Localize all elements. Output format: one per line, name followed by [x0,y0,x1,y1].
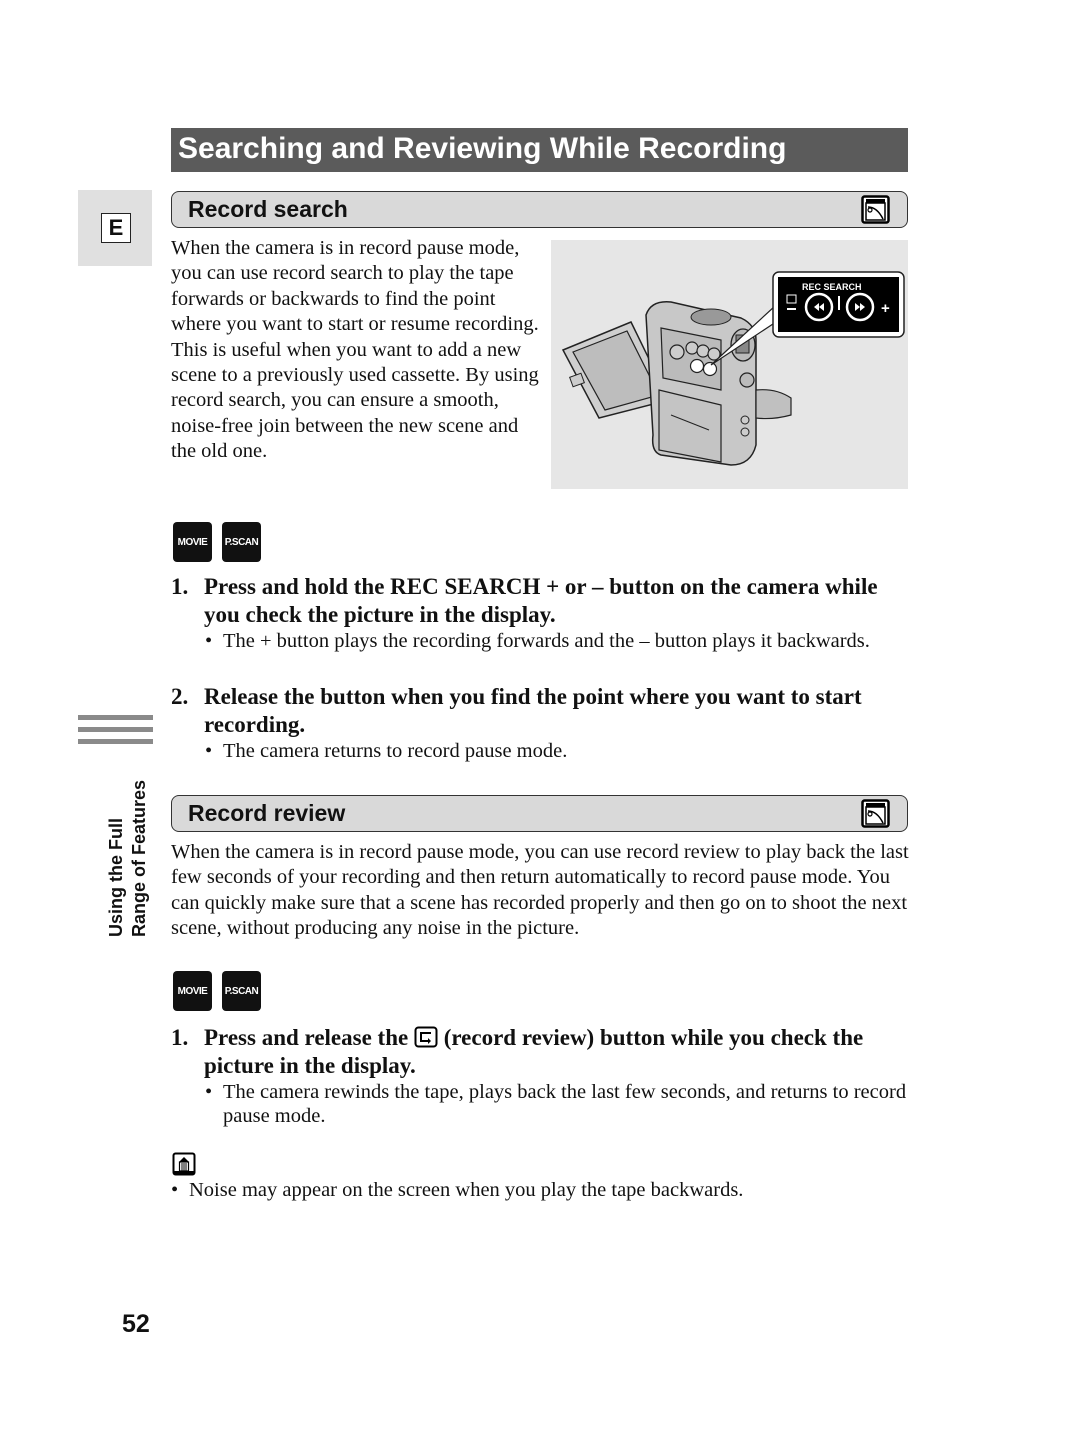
mode-badges: MOVIE P.SCAN [173,971,261,1011]
camcorder-drawing: REC SEARCH + [561,271,905,466]
step-text: Press and hold the REC SEARCH + or – but… [204,574,878,627]
svg-text:+: + [881,300,890,317]
recording-mode-icon [861,195,890,224]
step-text-before: Press and release the [204,1025,409,1050]
step-number: 1. [171,1025,189,1050]
mode-badges: MOVIE P.SCAN [173,522,261,562]
pscan-mode-badge: P.SCAN [222,522,261,562]
recording-mode-icon [861,799,890,828]
record-search-step-1: 1. Press and hold the REC SEARCH + or – b… [171,573,916,653]
record-review-step-1: 1. Press and release the (record review) … [171,1024,916,1128]
note-item: • Noise may appear on the screen when you… [171,1178,871,1203]
step-text: Release the button when you find the poi… [204,684,862,737]
record-search-step-2: 2. Release the button when you find the p… [171,683,916,763]
bullet-dot: • [205,630,213,652]
step-bullet: The + button plays the recording forward… [223,630,870,652]
bullet-dot: • [205,1081,213,1103]
chapter-side-label: Using the Full Range of Features [105,757,155,937]
pscan-mode-badge: P.SCAN [222,971,261,1011]
camcorder-illustration: REC SEARCH + [551,240,908,489]
movie-mode-badge: MOVIE [173,971,212,1011]
step-bullet: The camera returns to record pause mode. [223,740,568,762]
page-title: Searching and Reviewing While Recording [171,128,908,172]
side-decoration-lines [78,715,153,751]
record-review-intro: When the camera is in record pause mode,… [171,841,909,940]
chapter-label-line1: Using the Full [106,818,126,937]
record-search-heading-bar: Record search [171,191,908,228]
note-icon [172,1152,196,1176]
step-number: 2. [171,684,189,709]
chapter-label-line2: Range of Features [129,779,149,937]
rec-search-callout-label: REC SEARCH [802,282,862,292]
record-search-heading: Record search [188,196,348,222]
bullet-dot: • [205,740,213,762]
movie-mode-badge: MOVIE [173,522,212,562]
record-review-heading: Record review [188,800,346,826]
record-review-heading-bar: Record review [171,795,908,832]
record-search-intro: When the camera is in record pause mode,… [171,237,539,463]
language-tab-label: E [101,213,131,243]
page-number: 52 [122,1310,150,1338]
record-review-icon [414,1026,438,1048]
step-bullet: The camera rewinds the tape, plays back … [223,1081,907,1127]
step-number: 1. [171,574,189,599]
note-text: Noise may appear on the screen when you … [189,1179,744,1201]
bullet-dot: • [171,1179,179,1201]
